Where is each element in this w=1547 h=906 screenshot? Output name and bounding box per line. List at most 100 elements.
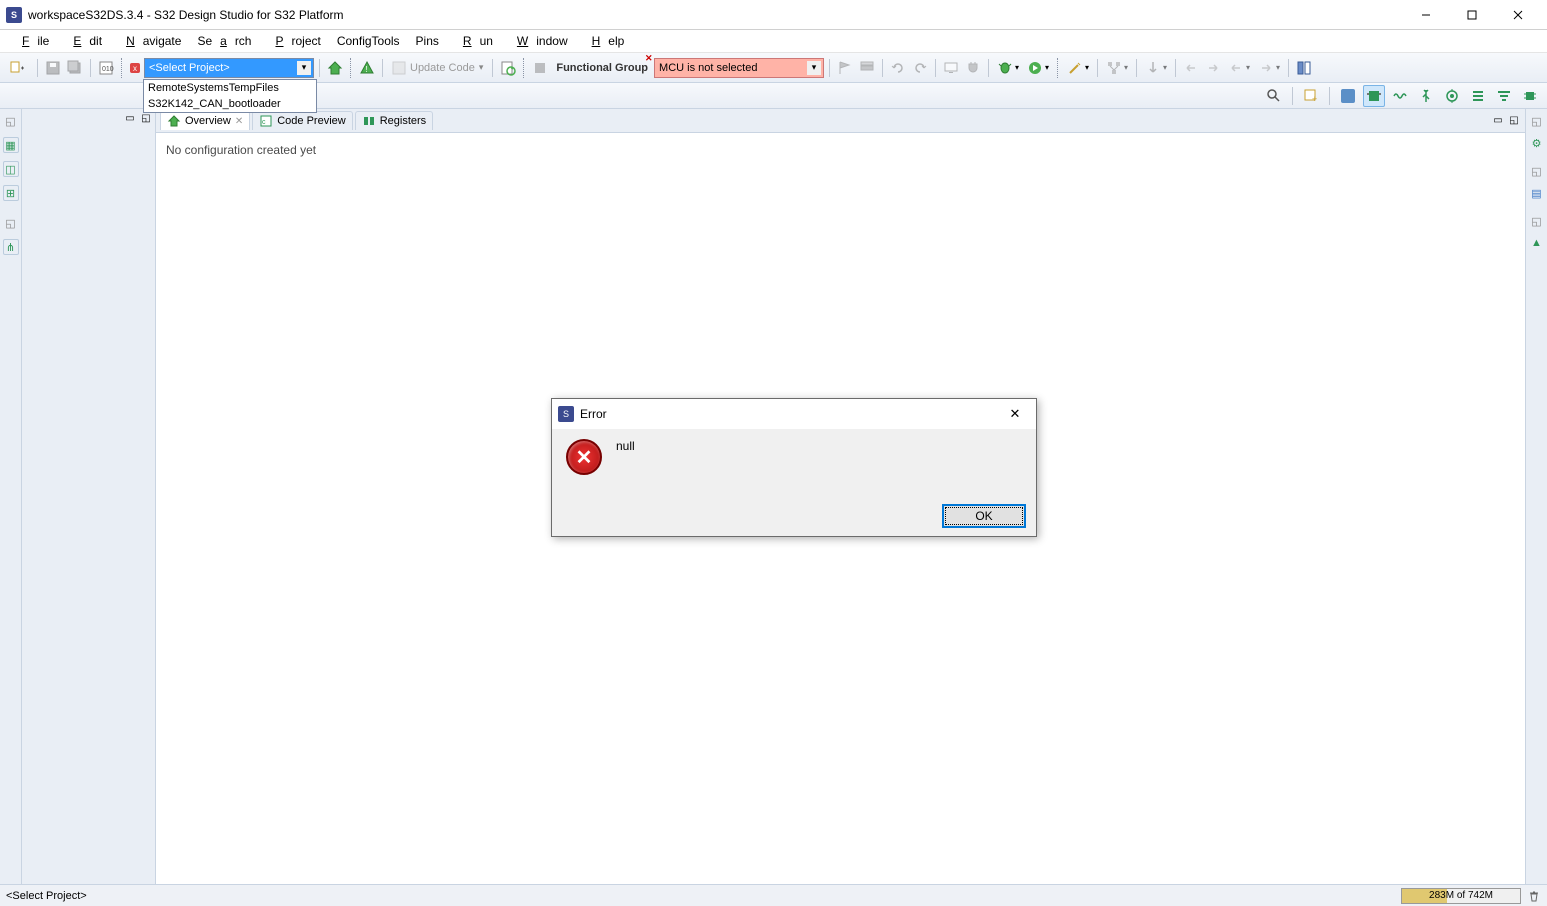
tab-code-preview-label: Code Preview (277, 115, 345, 127)
project-option-s32k142[interactable]: S32K142_CAN_bootloader (144, 96, 316, 112)
forward-button[interactable] (1203, 58, 1223, 78)
refresh-config-button[interactable] (498, 58, 518, 78)
back-button[interactable] (1181, 58, 1201, 78)
arrow-down-button[interactable]: ▾ (1142, 58, 1170, 78)
perspective-usb-icon[interactable] (1415, 85, 1437, 107)
tab-overview[interactable]: Overview ✕ (160, 111, 250, 130)
window-close-button[interactable] (1495, 0, 1541, 30)
binary-view-button[interactable]: 010 (96, 58, 116, 78)
plug-button[interactable] (963, 58, 983, 78)
home-button[interactable] (325, 58, 345, 78)
perspective-list-icon[interactable] (1467, 85, 1489, 107)
tree-button[interactable]: ▾ (1103, 58, 1131, 78)
mcu-select-dropdown[interactable]: ✕ MCU is not selected ▾ (654, 58, 824, 78)
perspective-cpp-icon[interactable] (1337, 85, 1359, 107)
minimized-view-r2-icon[interactable]: ▤ (1529, 185, 1545, 201)
toolbar-separator (382, 59, 383, 77)
menu-project[interactable]: Project (259, 32, 328, 50)
screen-button[interactable] (941, 58, 961, 78)
restore-view-icon[interactable]: ◱ (3, 215, 19, 231)
minimized-view-2-icon[interactable]: ◫ (3, 161, 19, 177)
wand-button[interactable]: ▾ (1064, 58, 1092, 78)
flag-button[interactable] (835, 58, 855, 78)
menu-configtools[interactable]: ConfigTools (329, 32, 408, 50)
error-icon: ✕ (566, 439, 602, 475)
nav-back-button[interactable]: ▾ (1225, 58, 1253, 78)
maximize-view-button[interactable]: ◱ (139, 111, 153, 125)
error-badge-icon: ✕ (645, 53, 653, 64)
dialog-titlebar: S Error ✕ (552, 399, 1036, 429)
app-icon: S (6, 7, 22, 23)
mcu-select-value: MCU is not selected (659, 62, 757, 74)
nav-forward-button[interactable]: ▾ (1255, 58, 1283, 78)
minimized-view-4-icon[interactable]: ⋔ (3, 239, 19, 255)
toolbar-separator-dotted (1057, 58, 1059, 78)
heap-status[interactable]: 283M of 742M (1401, 888, 1521, 904)
undo-button[interactable] (888, 58, 908, 78)
minimized-view-r3-icon[interactable]: ▲ (1529, 235, 1545, 251)
home-icon (167, 114, 181, 128)
dialog-body: ✕ null (552, 429, 1036, 496)
ok-button[interactable]: OK (942, 504, 1026, 528)
trash-icon[interactable] (1527, 889, 1541, 903)
search-button[interactable] (1263, 85, 1285, 107)
run-button[interactable]: ▾ (1024, 58, 1052, 78)
window-maximize-button[interactable] (1449, 0, 1495, 30)
minimize-view-button[interactable]: ▭ (123, 111, 137, 125)
perspective-pins-icon[interactable] (1363, 85, 1385, 107)
tab-registers[interactable]: Registers (355, 111, 433, 130)
minimized-view-1-icon[interactable]: ▦ (3, 137, 19, 153)
perspective-clocks-icon[interactable] (1389, 85, 1411, 107)
menu-help[interactable]: Help (576, 32, 633, 50)
minimized-view-3-icon[interactable]: ⊞ (3, 185, 19, 201)
left-view-pane: ▭ ◱ (22, 109, 156, 884)
perspective-chip-icon[interactable] (1519, 85, 1541, 107)
new-button[interactable] (4, 58, 32, 78)
project-option-remotesystems[interactable]: RemoteSystemsTempFiles (144, 80, 316, 96)
functional-group-label: Functional Group (552, 62, 652, 74)
tab-overview-label: Overview (185, 115, 231, 127)
error-dialog: S Error ✕ ✕ null OK (551, 398, 1037, 537)
restore-view-icon[interactable]: ◱ (3, 113, 19, 129)
toolbar-separator (1136, 59, 1137, 77)
restore-view-icon[interactable]: ◱ (1529, 113, 1545, 129)
tab-registers-label: Registers (380, 115, 426, 127)
debug-button[interactable]: ▾ (994, 58, 1022, 78)
pin-editor-button[interactable] (1294, 58, 1314, 78)
no-config-text: No configuration created yet (166, 143, 316, 157)
square-icon (530, 58, 550, 78)
menu-file[interactable]: File (6, 32, 57, 50)
warning-button[interactable]: ! (357, 58, 377, 78)
menu-bar: File Edit Navigate Search Project Config… (0, 30, 1547, 53)
svg-text:+: + (1312, 94, 1317, 104)
menu-navigate[interactable]: Navigate (110, 32, 189, 50)
perspective-peripherals-icon[interactable] (1441, 85, 1463, 107)
menu-pins[interactable]: Pins (408, 32, 447, 50)
project-select-dropdown[interactable]: <Select Project> ▾ RemoteSystemsTempFile… (144, 58, 314, 78)
minimize-editor-button[interactable]: ▭ (1491, 114, 1505, 128)
open-perspective-button[interactable]: + (1300, 85, 1322, 107)
stack-button[interactable] (857, 58, 877, 78)
window-minimize-button[interactable] (1403, 0, 1449, 30)
toolbar-separator (935, 59, 936, 77)
menu-search[interactable]: Search (189, 32, 259, 50)
minimized-view-r1-icon[interactable]: ⚙ (1529, 135, 1545, 151)
maximize-editor-button[interactable]: ◱ (1507, 114, 1521, 128)
registers-icon (362, 114, 376, 128)
menu-run[interactable]: Run (447, 32, 501, 50)
perspective-filter-icon[interactable] (1493, 85, 1515, 107)
tab-code-preview[interactable]: c Code Preview (252, 111, 352, 130)
menu-window[interactable]: Window (501, 32, 576, 50)
update-code-button[interactable]: Update Code ▾ (388, 58, 487, 78)
save-button[interactable] (43, 58, 63, 78)
menu-edit[interactable]: Edit (57, 32, 110, 50)
chevron-down-icon: ▾ (479, 62, 484, 73)
redo-button[interactable] (910, 58, 930, 78)
toolbar-separator (882, 59, 883, 77)
close-icon[interactable]: ✕ (235, 116, 243, 127)
restore-view-icon[interactable]: ◱ (1529, 163, 1545, 179)
dialog-close-button[interactable]: ✕ (1000, 402, 1030, 426)
save-all-button[interactable] (65, 58, 85, 78)
toolbar-separator (37, 59, 38, 77)
restore-view-icon[interactable]: ◱ (1529, 213, 1545, 229)
